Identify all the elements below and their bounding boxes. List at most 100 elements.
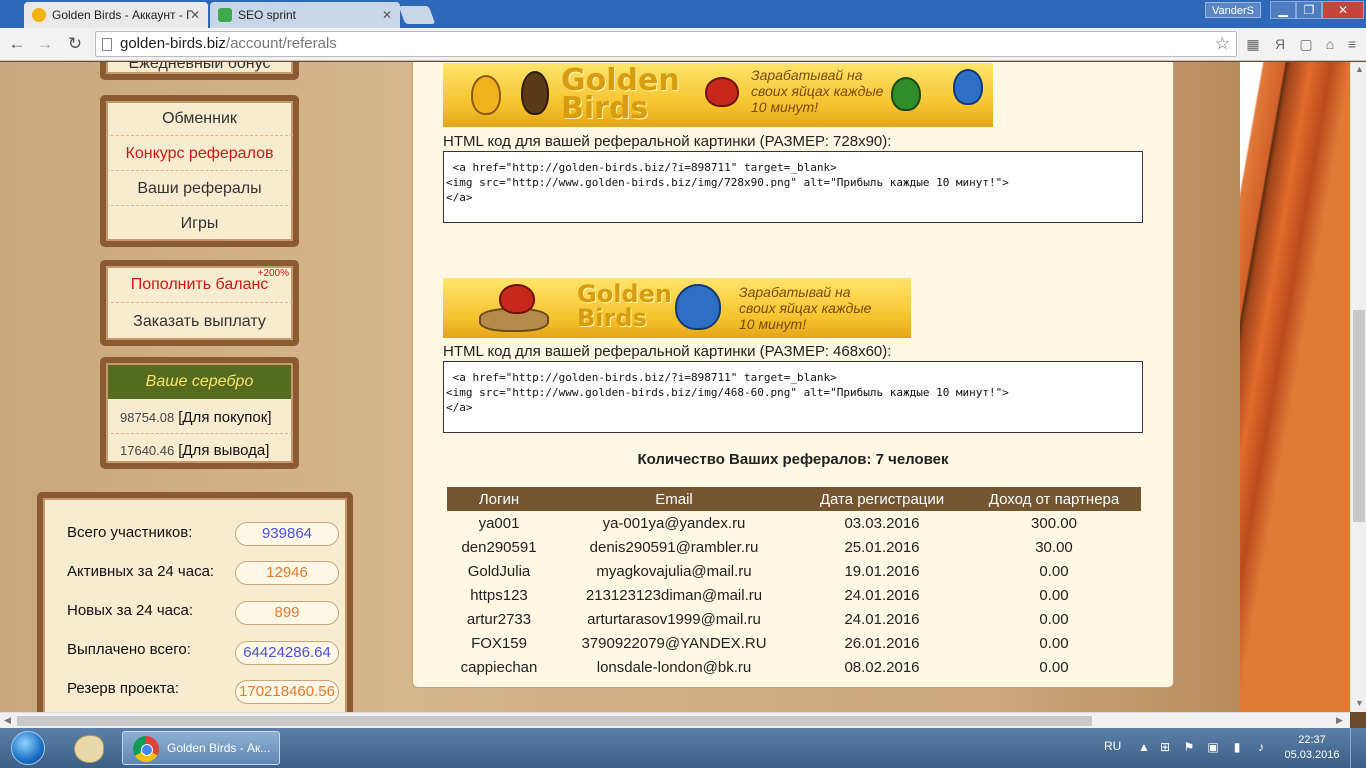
income-cell: 30.00 [1035,538,1073,556]
extension-icon[interactable]: ▦ [1243,34,1263,54]
date-cell: 24.01.2016 [844,586,920,604]
reload-button[interactable]: ↻ [63,33,87,55]
blue-bird-icon [953,69,983,105]
main-content: Golden Birds Зарабатывай на своих яйцах … [412,62,1174,688]
daily-bonus-link[interactable]: Ежедневный бонус [106,62,293,74]
taskbar-chrome-item[interactable]: Golden Birds - Ак... [122,731,280,765]
login-cell: cappiechan [460,658,538,676]
table-row: GoldJulia myagkovajulia@mail.ru 19.01.20… [447,559,1141,583]
close-icon[interactable]: ✕ [190,8,200,22]
withdraw-link[interactable]: Заказать выплату [106,303,293,340]
home-icon[interactable]: ⌂ [1320,34,1340,54]
yandex-icon[interactable]: Я [1270,34,1290,54]
code-box-728[interactable]: <a href="http://golden-birds.biz/?i=8987… [443,151,1143,223]
login-cell: ya001 [478,514,520,532]
language-indicator[interactable]: RU [1104,728,1124,768]
email-cell: 3790922079@YANDEX.RU [581,634,767,652]
menu-games[interactable]: Игры [106,206,293,241]
system-clock[interactable]: 22:37 05.03.2016 [1282,733,1342,763]
new-tab-button[interactable] [398,6,436,24]
windows-flag-icon[interactable]: ⊞ [1157,740,1173,754]
tab-seo-sprint[interactable]: SEO sprint ✕ [210,2,400,28]
action-center-flag-icon[interactable]: ⚑ [1181,740,1197,754]
scroll-left-icon[interactable]: ◀ [4,715,11,726]
restore-button[interactable]: ❐ [1296,1,1322,19]
horizontal-scroll-thumb[interactable] [17,716,1092,726]
login-cell: artur2733 [466,610,532,628]
login-cell: GoldJulia [467,562,531,580]
banner-slogan: Зарабатывай на своих яйцах каждые 10 мин… [751,67,884,115]
tab-golden-birds[interactable]: Golden Birds - Аккаунт - Г ✕ [24,2,208,28]
stat-value: 170218460.56 [235,680,339,704]
email-cell: 213123123diman@mail.ru [585,586,763,604]
stat-value: 64424286.64 [235,641,339,665]
volume-icon[interactable]: ♪ [1253,740,1269,754]
menu-exchange[interactable]: Обменник [106,101,293,136]
scroll-down-icon[interactable]: ▼ [1355,698,1364,708]
silver-purchase-row: 98754.08 [Для покупок] [106,401,293,434]
column-header: Дата регистрации [797,487,967,511]
paint-app-icon[interactable] [74,735,104,763]
menu-your-referrals[interactable]: Ваши рефералы [106,171,293,206]
silver-purchase-value: 98754.08 [120,410,175,425]
taskbar-item-label: Golden Birds - Ак... [167,741,271,755]
date-cell: 08.02.2016 [844,658,920,676]
income-cell: 300.00 [1031,514,1077,532]
silver-panel: Ваше серебро 98754.08 [Для покупок] 17640… [100,357,299,469]
chrome-icon [133,736,159,762]
banner-468x60[interactable]: Golden Birds Зарабатывай на своих яйцах … [443,278,911,338]
tray-arrow-icon[interactable]: ▲ [1136,740,1152,754]
scroll-up-icon[interactable]: ▲ [1355,64,1364,74]
code-box-468[interactable]: <a href="http://golden-birds.biz/?i=8987… [443,361,1143,433]
close-window-button[interactable]: ✕ [1322,1,1364,19]
referral-count: Количество Ваших рефералов: 7 человек [637,451,949,468]
page-icon [102,38,112,51]
minimize-button[interactable]: ▁ [1270,1,1296,19]
back-button[interactable]: ← [5,33,29,55]
red-bird-icon [499,284,535,314]
signal-bars-icon[interactable]: ▮ [1229,740,1245,754]
stat-value: 939864 [235,522,339,546]
table-header-row: Логин Email Дата регистрации Доход от па… [447,487,1141,511]
email-cell: ya-001ya@yandex.ru [602,514,746,532]
profile-button[interactable]: VanderS [1205,2,1261,18]
page-viewport: Ежедневный бонус Обменник Конкурс рефера… [0,62,1350,712]
banner-slogan: Зарабатывай на своих яйцах каждые 10 мин… [739,284,872,332]
code-label-468: HTML код для вашей реферальной картинки … [443,343,892,360]
bookmark-star-icon[interactable]: ☆ [1215,32,1230,56]
stat-label: Новых за 24 часа: [67,602,193,619]
clock-date: 05.03.2016 [1284,749,1340,761]
stat-label: Активных за 24 часа: [67,563,215,580]
horizontal-scrollbar[interactable]: ◀ ▶ [0,712,1350,728]
menu-icon[interactable]: ≡ [1342,34,1362,54]
vertical-scrollbar[interactable]: ▲ ▼ [1350,62,1366,712]
stat-value: 12946 [235,561,339,585]
show-desktop-button[interactable] [1350,728,1366,768]
scroll-right-icon[interactable]: ▶ [1336,715,1343,726]
silver-withdraw-label: [Для вывода] [178,442,270,459]
forward-button[interactable]: → [33,33,57,55]
extension-icon[interactable]: ▢ [1296,34,1316,54]
url-path: /account/referals [225,35,337,52]
table-row: artur2733 arturtarasov1999@mail.ru 24.01… [447,607,1141,631]
windows-logo-icon [11,731,45,765]
project-stats-panel: Всего участников: 939864 Активных за 24 … [37,492,353,712]
start-button[interactable] [2,729,54,767]
title-bar: Golden Birds - Аккаунт - Г ✕ SEO sprint … [0,0,1366,28]
menu-referral-contest[interactable]: Конкурс рефералов [106,136,293,171]
banner-logo-line2: Birds [577,304,647,332]
vertical-scroll-thumb[interactable] [1353,310,1365,522]
date-cell: 03.03.2016 [844,514,920,532]
banner-728x90[interactable]: Golden Birds Зарабатывай на своих яйцах … [443,63,993,127]
silver-withdraw-row: 17640.46 [Для вывода] [106,434,293,467]
address-bar[interactable]: golden-birds.biz/account/referals ☆ [95,31,1237,57]
banner-logo-line1: Golden [577,280,672,308]
clock-time: 22:37 [1298,734,1326,746]
silver-purchase-label: [Для покупок] [178,409,272,426]
table-row: cappiechan lonsdale-london@bk.ru 08.02.2… [447,655,1141,679]
close-icon[interactable]: ✕ [382,8,392,22]
banner-logo-line2: Birds [561,91,649,126]
email-cell: denis290591@rambler.ru [589,538,759,556]
device-icon[interactable]: ▣ [1205,740,1221,754]
url-domain: golden-birds.biz [120,35,226,52]
